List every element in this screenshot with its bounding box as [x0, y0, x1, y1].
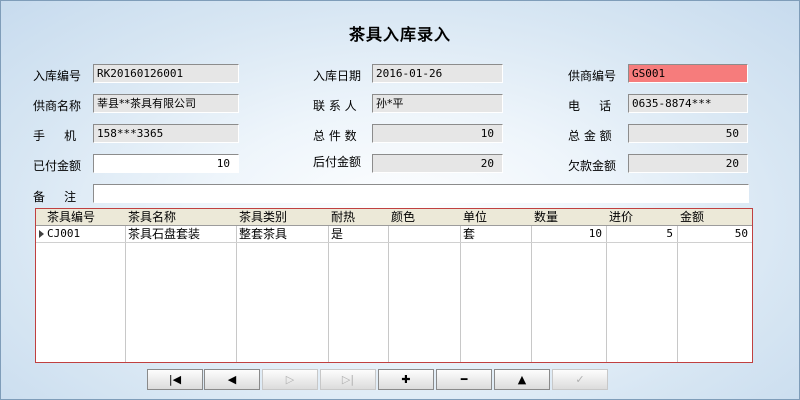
remark-label: 备 注 [33, 190, 77, 204]
col-header[interactable]: 单位 [460, 209, 531, 225]
owed-label: 欠款金额 [568, 159, 617, 173]
prev-icon: ◀ [227, 373, 237, 386]
cell-quantity[interactable]: 10 [531, 226, 606, 242]
paid-field[interactable]: 10 [93, 154, 239, 173]
cell-item-no[interactable]: CJ001 [44, 226, 125, 242]
total-amount-label: 总 金 额 [568, 129, 612, 143]
cell-heat-resistant[interactable]: 是 [328, 226, 388, 242]
contact-label: 联 系 人 [313, 99, 357, 113]
total-qty-label: 总 件 数 [313, 129, 357, 143]
contact-field[interactable]: 孙*平 [372, 94, 503, 113]
cell-item-name[interactable]: 茶具石盘套装 [125, 226, 236, 242]
col-header[interactable]: 茶具名称 [125, 209, 236, 225]
remark-field[interactable] [93, 184, 749, 203]
main-window: 茶具入库录入 入库编号 RK20160126001 入库日期 2016-01-2… [0, 0, 800, 400]
col-header[interactable]: 金额 [677, 209, 752, 225]
total-qty-field[interactable]: 10 [372, 124, 503, 143]
cell-amount[interactable]: 50 [677, 226, 752, 242]
paid-label: 已付金额 [33, 159, 82, 173]
col-header[interactable]: 耐热 [328, 209, 388, 225]
supplier-no-label: 供商编号 [568, 69, 617, 83]
post-record-button[interactable]: ✓ [552, 369, 608, 390]
up-triangle-icon: ▲ [517, 373, 527, 386]
edit-record-button[interactable]: ▲ [494, 369, 550, 390]
col-header[interactable]: 茶具类别 [236, 209, 328, 225]
cell-price[interactable]: 5 [606, 226, 677, 242]
last-icon: ▷| [341, 373, 355, 386]
col-header[interactable]: 数量 [531, 209, 606, 225]
supplier-no-field[interactable]: GS001 [628, 64, 748, 83]
minus-icon: ━ [460, 373, 468, 386]
postpaid-label: 后付金额 [313, 155, 362, 169]
col-header[interactable]: 进价 [606, 209, 677, 225]
date-label: 入库日期 [313, 69, 362, 83]
delete-record-button[interactable]: ━ [436, 369, 492, 390]
next-record-button[interactable]: ▷ [262, 369, 318, 390]
col-header[interactable]: 颜色 [388, 209, 460, 225]
owed-field[interactable]: 20 [628, 154, 748, 173]
mobile-label: 手 机 [33, 129, 77, 143]
last-record-button[interactable]: ▷| [320, 369, 376, 390]
plus-icon: ✚ [401, 373, 411, 386]
phone-label: 电 话 [568, 99, 612, 113]
supplier-name-field[interactable]: 莘县**茶具有限公司 [93, 94, 239, 113]
cell-category[interactable]: 整套茶具 [236, 226, 328, 242]
postpaid-field[interactable]: 20 [372, 154, 503, 173]
receipt-no-label: 入库编号 [33, 69, 82, 83]
mobile-field[interactable]: 158***3365 [93, 124, 239, 143]
add-record-button[interactable]: ✚ [378, 369, 434, 390]
receipt-no-field[interactable]: RK20160126001 [93, 64, 239, 83]
items-grid[interactable]: 茶具编号 茶具名称 茶具类别 耐热 颜色 单位 数量 进价 金额 CJ001 茶… [35, 208, 753, 363]
col-header[interactable]: 茶具编号 [44, 209, 125, 225]
check-icon: ✓ [575, 373, 585, 386]
table-row[interactable]: CJ001 茶具石盘套装 整套茶具 是 套 10 5 50 [36, 226, 752, 243]
first-icon: |◀ [168, 373, 182, 386]
first-record-button[interactable]: |◀ [147, 369, 203, 390]
date-field[interactable]: 2016-01-26 [372, 64, 503, 83]
cell-unit[interactable]: 套 [460, 226, 531, 242]
total-amount-field[interactable]: 50 [628, 124, 748, 143]
prev-record-button[interactable]: ◀ [204, 369, 260, 390]
phone-field[interactable]: 0635-8874*** [628, 94, 748, 113]
next-icon: ▷ [285, 373, 295, 386]
page-title: 茶具入库录入 [348, 25, 451, 44]
grid-header: 茶具编号 茶具名称 茶具类别 耐热 颜色 单位 数量 进价 金额 [36, 209, 752, 226]
supplier-name-label: 供商名称 [33, 99, 82, 113]
cell-color[interactable] [388, 226, 460, 242]
